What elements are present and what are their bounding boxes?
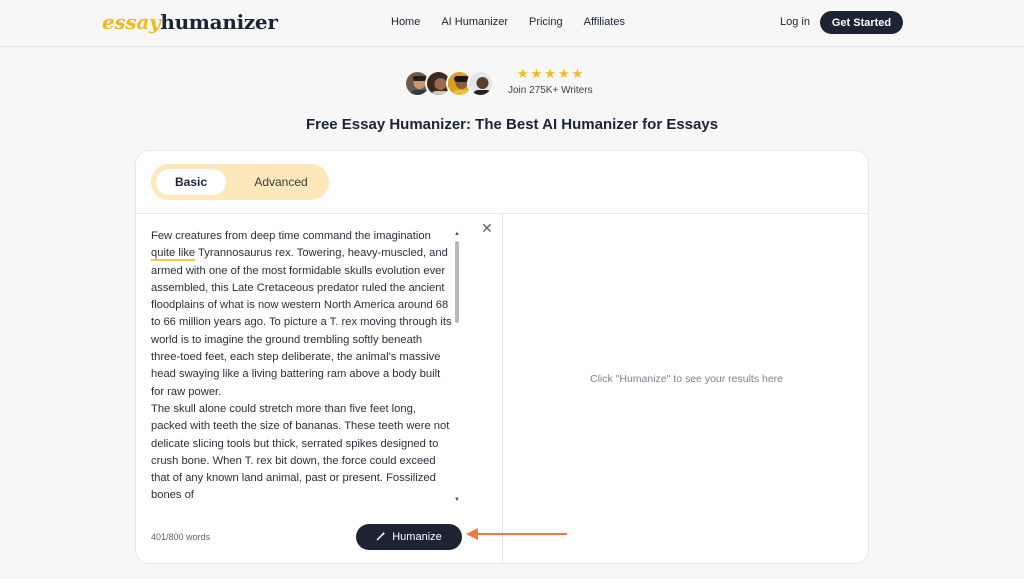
results-placeholder: Click "Humanize" to see your results her… (589, 373, 784, 385)
scroll-down-icon[interactable]: ▼ (454, 497, 460, 503)
humanize-label: Humanize (392, 531, 442, 543)
page-title: Free Essay Humanizer: The Best AI Humani… (305, 116, 719, 133)
nav-home[interactable]: Home (391, 16, 420, 28)
star-icon: ★★★★★ (517, 66, 586, 81)
editor-paragraph: The skull alone could stretch more than … (151, 402, 450, 502)
avatar (467, 70, 494, 97)
magic-wand-icon (376, 531, 386, 544)
grammar-highlight[interactable]: quite like (151, 247, 196, 262)
annotation-arrow-icon (466, 528, 567, 540)
humanize-button[interactable]: Humanize (356, 524, 462, 550)
editor-paragraph: Few creatures from deep time command the… (151, 228, 453, 401)
logo-part-humanizer: humanizer (160, 10, 278, 34)
tab-advanced[interactable]: Advanced (239, 169, 323, 195)
login-link[interactable]: Log in (780, 16, 810, 28)
logo-part-essay: essay (102, 10, 161, 34)
tab-basic[interactable]: Basic (156, 169, 226, 195)
editor-text: Few creatures from deep time command the… (151, 230, 431, 242)
close-icon[interactable]: ✕ (480, 221, 494, 235)
input-textarea[interactable]: Few creatures from deep time command the… (151, 228, 453, 505)
logo[interactable]: essayhumanizer (102, 10, 278, 34)
scrollbar-thumb[interactable] (455, 241, 459, 323)
site-header: essayhumanizer Home AI Humanizer Pricing… (0, 0, 1024, 47)
humanizer-card: Basic Advanced Few creatures from deep t… (135, 150, 869, 564)
writer-avatars (404, 70, 494, 97)
get-started-button[interactable]: Get Started (820, 11, 903, 34)
main-nav: Home AI Humanizer Pricing Affiliates (391, 16, 646, 28)
nav-pricing[interactable]: Pricing (529, 16, 563, 28)
mode-tabs: Basic Advanced (151, 164, 329, 200)
editor-text: Tyrannosaurus rex. Towering, heavy-muscl… (151, 247, 452, 398)
editor-scrollbar[interactable]: ▲ ▼ (454, 231, 460, 505)
join-writers-text: Join 275K+ Writers (508, 85, 593, 96)
word-count: 401/800 words (151, 532, 211, 542)
nav-affiliates[interactable]: Affiliates (584, 16, 625, 28)
scroll-up-icon[interactable]: ▲ (454, 231, 460, 237)
divider (502, 213, 503, 563)
nav-ai-humanizer[interactable]: AI Humanizer (441, 16, 508, 28)
